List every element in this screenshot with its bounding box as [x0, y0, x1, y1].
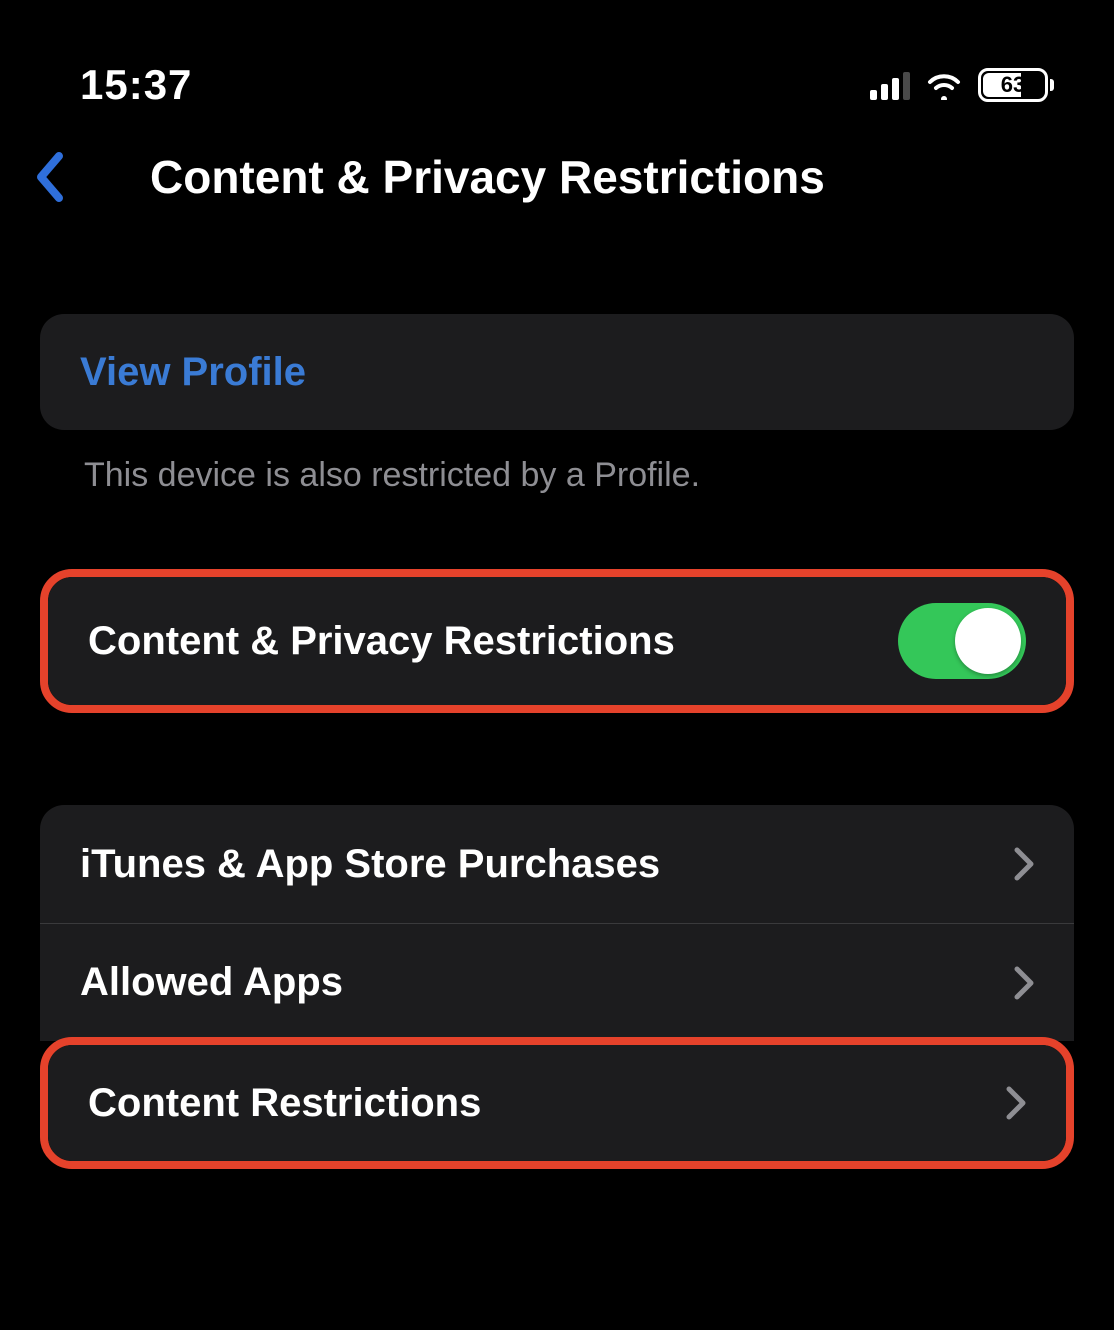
chevron-right-icon: [1006, 1086, 1026, 1120]
restrictions-toggle-row[interactable]: Content & Privacy Restrictions: [48, 577, 1066, 705]
cellular-icon: [870, 70, 910, 100]
content-restrictions-row[interactable]: Content Restrictions: [48, 1045, 1066, 1161]
profile-note: This device is also restricted by a Prof…: [40, 430, 1074, 495]
allowed-apps-row[interactable]: Allowed Apps: [40, 923, 1074, 1041]
page-title: Content & Privacy Restrictions: [80, 150, 1094, 204]
content-restrictions-label: Content Restrictions: [88, 1081, 1006, 1126]
chevron-right-icon: [1014, 847, 1034, 881]
restrictions-toggle[interactable]: [898, 603, 1026, 679]
restrictions-toggle-label: Content & Privacy Restrictions: [88, 619, 898, 664]
profile-group: View Profile: [40, 314, 1074, 430]
toggle-knob: [955, 608, 1021, 674]
status-time: 15:37: [80, 61, 192, 109]
chevron-left-icon: [35, 152, 65, 202]
content-area: View Profile This device is also restric…: [0, 244, 1114, 1169]
settings-list: iTunes & App Store Purchases Allowed App…: [40, 805, 1074, 1041]
highlight-toggle: Content & Privacy Restrictions: [40, 569, 1074, 713]
battery-level: 63: [981, 72, 1045, 98]
battery-indicator: 63: [978, 68, 1054, 102]
itunes-purchases-label: iTunes & App Store Purchases: [80, 842, 1014, 887]
highlight-content-restrictions: Content Restrictions: [40, 1037, 1074, 1169]
wifi-icon: [924, 70, 964, 100]
itunes-purchases-row[interactable]: iTunes & App Store Purchases: [40, 805, 1074, 923]
navbar: Content & Privacy Restrictions: [0, 120, 1114, 244]
view-profile-button[interactable]: View Profile: [40, 314, 1074, 430]
view-profile-label: View Profile: [80, 350, 1034, 395]
status-indicators: 63: [870, 68, 1054, 102]
allowed-apps-label: Allowed Apps: [80, 960, 1014, 1005]
status-bar: 15:37 63: [0, 0, 1114, 120]
back-button[interactable]: [20, 152, 80, 202]
chevron-right-icon: [1014, 966, 1034, 1000]
